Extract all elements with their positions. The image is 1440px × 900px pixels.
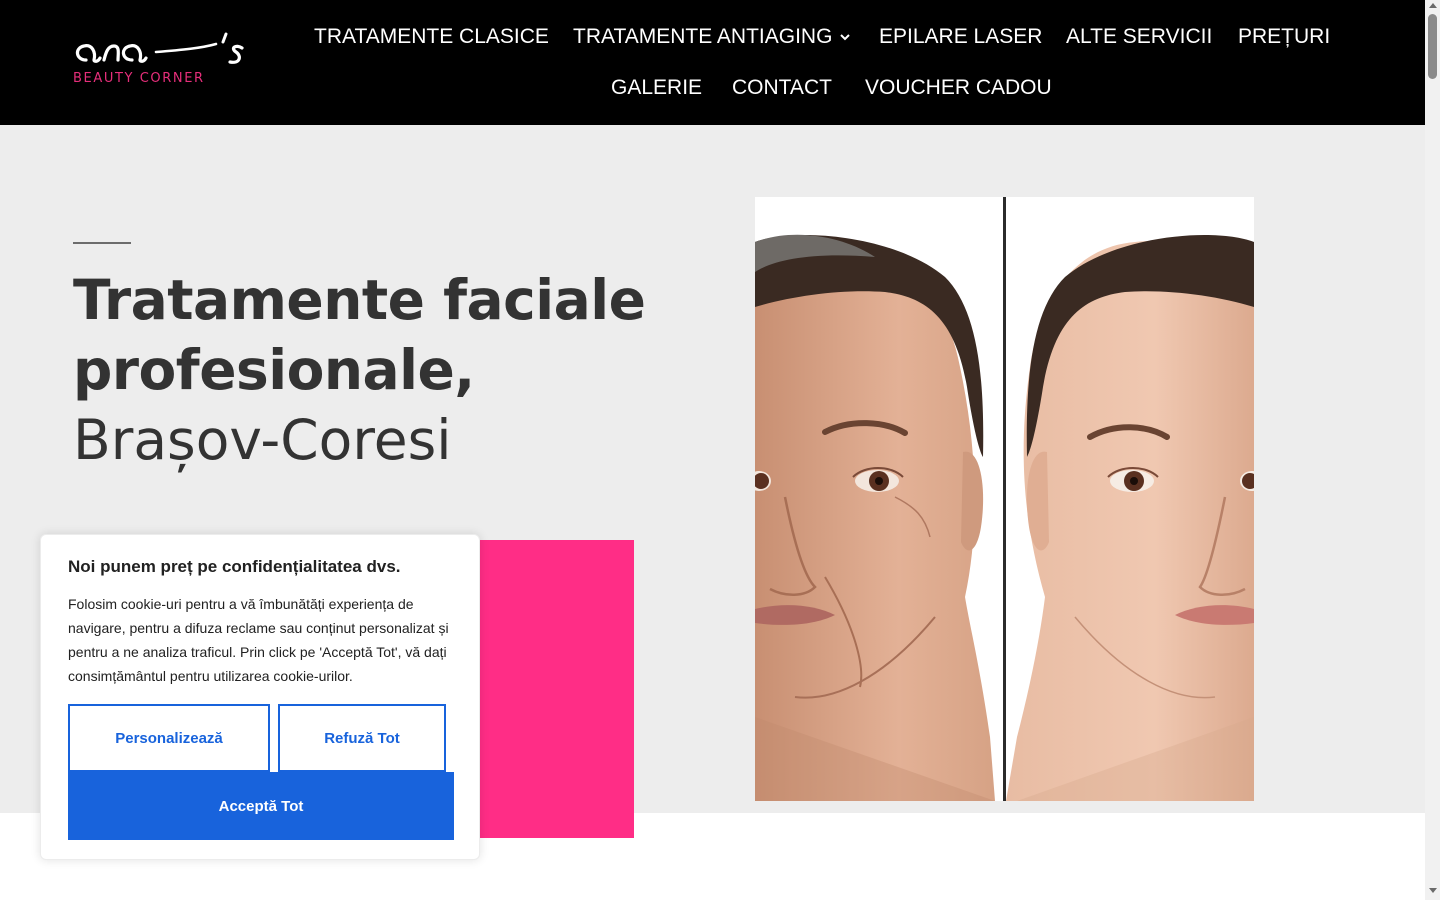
- nav-item-epilare-laser[interactable]: EPILARE LASER: [879, 25, 1042, 49]
- customize-button[interactable]: Personalizează: [68, 704, 270, 772]
- hero-title: Tratamente faciale profesionale,: [73, 268, 646, 402]
- scroll-up-arrow-icon[interactable]: [1429, 3, 1437, 8]
- nav-item-tratamente-antiaging[interactable]: TRATAMENTE ANTIAGING: [573, 25, 851, 49]
- nav-item-galerie[interactable]: GALERIE: [611, 76, 702, 100]
- site-header: BEAUTY CORNER TRATAMENTE CLASICE TRATAME…: [0, 0, 1425, 125]
- cookie-consent-dialog: Noi punem preț pe confidențialitatea dvs…: [40, 534, 480, 860]
- before-after-divider: [1003, 197, 1006, 801]
- nav-item-tratamente-clasice[interactable]: TRATAMENTE CLASICE: [314, 25, 549, 49]
- logo-script-mark: [75, 32, 244, 64]
- reject-all-button[interactable]: Refuză Tot: [278, 704, 446, 772]
- cookie-dialog-title: Noi punem preț pe confidențialitatea dvs…: [68, 557, 401, 576]
- nav-item-contact[interactable]: CONTACT: [732, 76, 832, 100]
- scrollbar-thumb[interactable]: [1428, 14, 1437, 79]
- before-after-face-image: [755, 197, 1254, 801]
- cookie-dialog-text: Folosim cookie-uri pentru a vă îmbunătăț…: [68, 596, 449, 684]
- logo-subtitle: BEAUTY CORNER: [73, 71, 205, 86]
- page-scrollbar[interactable]: [1425, 0, 1440, 900]
- accept-all-button[interactable]: Acceptă Tot: [68, 772, 454, 840]
- hero-subtitle: Brașov-Coresi: [73, 408, 452, 472]
- nav-item-preturi[interactable]: PREȚURI: [1238, 25, 1330, 49]
- scroll-down-arrow-icon[interactable]: [1429, 888, 1437, 893]
- nav-item-alte-servicii[interactable]: ALTE SERVICII: [1066, 25, 1212, 49]
- chevron-down-icon: [840, 34, 851, 41]
- hero-divider-line: [73, 242, 131, 244]
- site-logo[interactable]: BEAUTY CORNER: [72, 30, 252, 92]
- nav-item-voucher-cadou[interactable]: VOUCHER CADOU: [865, 76, 1052, 100]
- nav-item-label: TRATAMENTE ANTIAGING: [573, 25, 833, 48]
